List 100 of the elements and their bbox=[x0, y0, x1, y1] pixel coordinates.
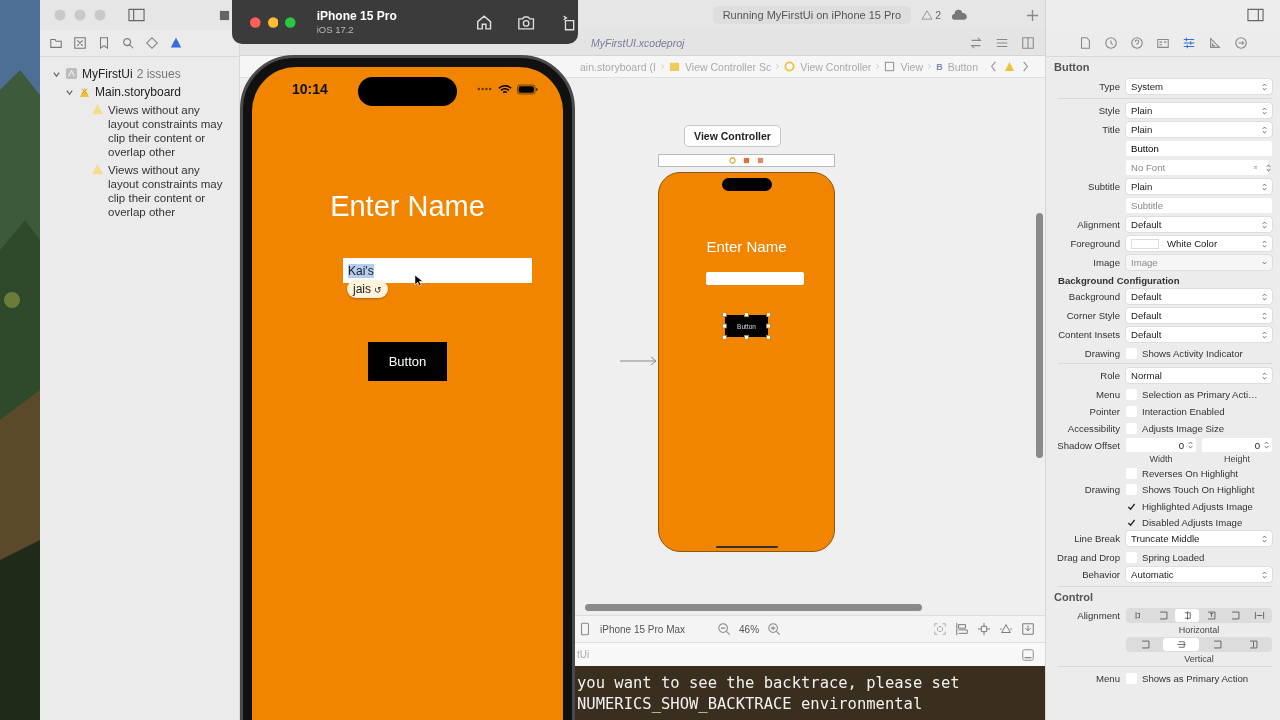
checkbox-label[interactable]: Adjusts Image Size bbox=[1142, 422, 1225, 434]
back-icon[interactable] bbox=[988, 61, 999, 72]
zoom-in-icon[interactable] bbox=[767, 622, 782, 636]
swap-icon[interactable] bbox=[969, 35, 983, 50]
submit-button[interactable]: Button bbox=[368, 342, 447, 381]
identity-icon[interactable] bbox=[1156, 36, 1170, 50]
window-subtitle: iOS 17.2 bbox=[316, 24, 355, 35]
device-selector[interactable]: iPhone 15 Pro Max bbox=[600, 623, 686, 635]
sliders-icon[interactable] bbox=[1182, 36, 1196, 50]
search-icon[interactable] bbox=[121, 36, 135, 50]
dropdown[interactable]: Default bbox=[1126, 217, 1272, 232]
checkbox-label[interactable]: Shows as Primary Action bbox=[1142, 672, 1249, 684]
scroll-bar[interactable] bbox=[585, 604, 922, 611]
font-field[interactable]: No Font bbox=[1126, 160, 1268, 175]
chevron-icon bbox=[1261, 81, 1268, 92]
disclosure-icon[interactable] bbox=[65, 88, 74, 97]
zoom-button[interactable] bbox=[285, 16, 296, 28]
disclosure-icon[interactable] bbox=[52, 70, 61, 79]
issue-count: 2 issues bbox=[136, 67, 181, 81]
tree-item[interactable]: MyFirstUi bbox=[82, 67, 133, 81]
dropdown[interactable]: Plain bbox=[1126, 179, 1272, 194]
bookmark-icon[interactable] bbox=[97, 36, 111, 50]
forward-icon[interactable] bbox=[1020, 61, 1031, 72]
field-label: Content Insets bbox=[1058, 329, 1120, 340]
screen-title: Enter Name bbox=[330, 190, 485, 223]
chevron-icon bbox=[1261, 329, 1268, 340]
close-icon[interactable] bbox=[73, 36, 87, 50]
field-label: Menu bbox=[1096, 389, 1120, 400]
panel-toggle-icon[interactable] bbox=[1021, 647, 1035, 662]
text-field[interactable]: Button bbox=[1126, 141, 1272, 156]
folder-icon[interactable] bbox=[49, 36, 63, 50]
stepper-icon[interactable] bbox=[1187, 440, 1194, 450]
cube-icon[interactable] bbox=[743, 157, 750, 164]
inspector-toggle-icon[interactable] bbox=[1247, 8, 1264, 22]
warning-icon[interactable] bbox=[169, 36, 183, 50]
stepper[interactable] bbox=[1265, 162, 1272, 173]
checkbox-label[interactable]: Interaction Enabled bbox=[1142, 405, 1225, 417]
inspector-title: Button bbox=[1054, 61, 1091, 73]
group-title: Background Configuration bbox=[1058, 275, 1181, 286]
pin-icon[interactable] bbox=[977, 622, 991, 636]
add-icon[interactable] bbox=[1026, 8, 1039, 22]
resolve-icon[interactable] bbox=[999, 622, 1013, 636]
zoom-out-icon[interactable] bbox=[717, 622, 732, 636]
home-icon[interactable] bbox=[475, 12, 494, 32]
tree-item[interactable]: Main.storyboard bbox=[95, 85, 182, 99]
field-label: Behavior bbox=[1082, 569, 1120, 580]
text-field-preview[interactable] bbox=[705, 272, 804, 285]
exit-icon[interactable] bbox=[757, 157, 764, 164]
segment-button[interactable] bbox=[1175, 609, 1199, 622]
storyboard-icon bbox=[78, 85, 91, 98]
ruler-icon[interactable] bbox=[1208, 36, 1222, 50]
dropdown[interactable]: System bbox=[1126, 79, 1272, 94]
checkbox-label[interactable]: Disabled Adjusts Image bbox=[1142, 516, 1243, 528]
checkbox-label[interactable]: Reverses On Highlight bbox=[1142, 467, 1238, 479]
dropdown[interactable]: Truncate Middle bbox=[1126, 531, 1272, 546]
clock-icon[interactable] bbox=[1104, 36, 1118, 50]
scroll-bar[interactable] bbox=[1036, 213, 1043, 458]
dropdown[interactable]: Plain bbox=[1126, 103, 1272, 118]
stepper-icon[interactable] bbox=[1263, 440, 1270, 450]
stop-icon[interactable] bbox=[219, 9, 230, 21]
text-field[interactable]: Subtitle bbox=[1126, 198, 1272, 213]
field-label: Role bbox=[1100, 370, 1120, 381]
dropdown[interactable]: Normal bbox=[1126, 368, 1272, 383]
help-icon[interactable] bbox=[1130, 36, 1144, 50]
color-dropdown[interactable]: White Color bbox=[1126, 236, 1272, 251]
checkbox-label[interactable]: Selection as Primary Acti… bbox=[1142, 388, 1258, 400]
number-field[interactable]: 0 bbox=[1202, 438, 1272, 452]
close-button[interactable] bbox=[250, 16, 261, 28]
minimize-button[interactable] bbox=[267, 16, 279, 28]
checkbox-label[interactable]: Highlighted Adjusts Image bbox=[1142, 500, 1253, 512]
field-label: Alignment bbox=[1077, 219, 1120, 230]
name-field[interactable]: Kai's bbox=[343, 258, 532, 283]
split-icon[interactable] bbox=[1021, 35, 1035, 50]
sidebar-toggle-icon[interactable] bbox=[128, 8, 145, 22]
phone-icon[interactable] bbox=[578, 622, 592, 636]
scene-title[interactable]: View Controller bbox=[684, 125, 781, 147]
cloud-icon[interactable] bbox=[951, 8, 968, 22]
number-field[interactable]: 0 bbox=[1126, 438, 1196, 452]
circle-icon[interactable] bbox=[729, 157, 736, 164]
checkbox-label[interactable]: Shows Activity Indicator bbox=[1142, 347, 1243, 359]
focus-icon[interactable] bbox=[933, 622, 947, 636]
field-label: Line Break bbox=[1074, 533, 1120, 544]
pointer-icon bbox=[414, 274, 423, 287]
scene-dock[interactable] bbox=[658, 154, 835, 167]
dropdown[interactable]: Default bbox=[1126, 327, 1272, 342]
align-icon[interactable] bbox=[955, 622, 969, 636]
dropdown[interactable]: Default bbox=[1126, 289, 1272, 304]
diamond-icon[interactable] bbox=[145, 36, 159, 50]
dropdown[interactable]: Default bbox=[1126, 308, 1272, 323]
chevron-icon bbox=[1261, 219, 1268, 230]
checkbox-label[interactable]: Shows Touch On Highlight bbox=[1142, 483, 1255, 495]
embed-icon[interactable] bbox=[1021, 622, 1035, 636]
file-icon[interactable] bbox=[1078, 36, 1092, 50]
dropdown[interactable]: Plain bbox=[1126, 122, 1272, 137]
segment-button[interactable] bbox=[1163, 638, 1199, 651]
dropdown[interactable]: Automatic bbox=[1126, 567, 1272, 582]
checkbox-label[interactable]: Spring Loaded bbox=[1142, 551, 1205, 563]
project-icon bbox=[65, 67, 78, 80]
activity-status: Running MyFirstUi on iPhone 15 Pro bbox=[712, 6, 912, 24]
autocorrect-suggestion[interactable]: jais ↺ bbox=[347, 280, 389, 298]
